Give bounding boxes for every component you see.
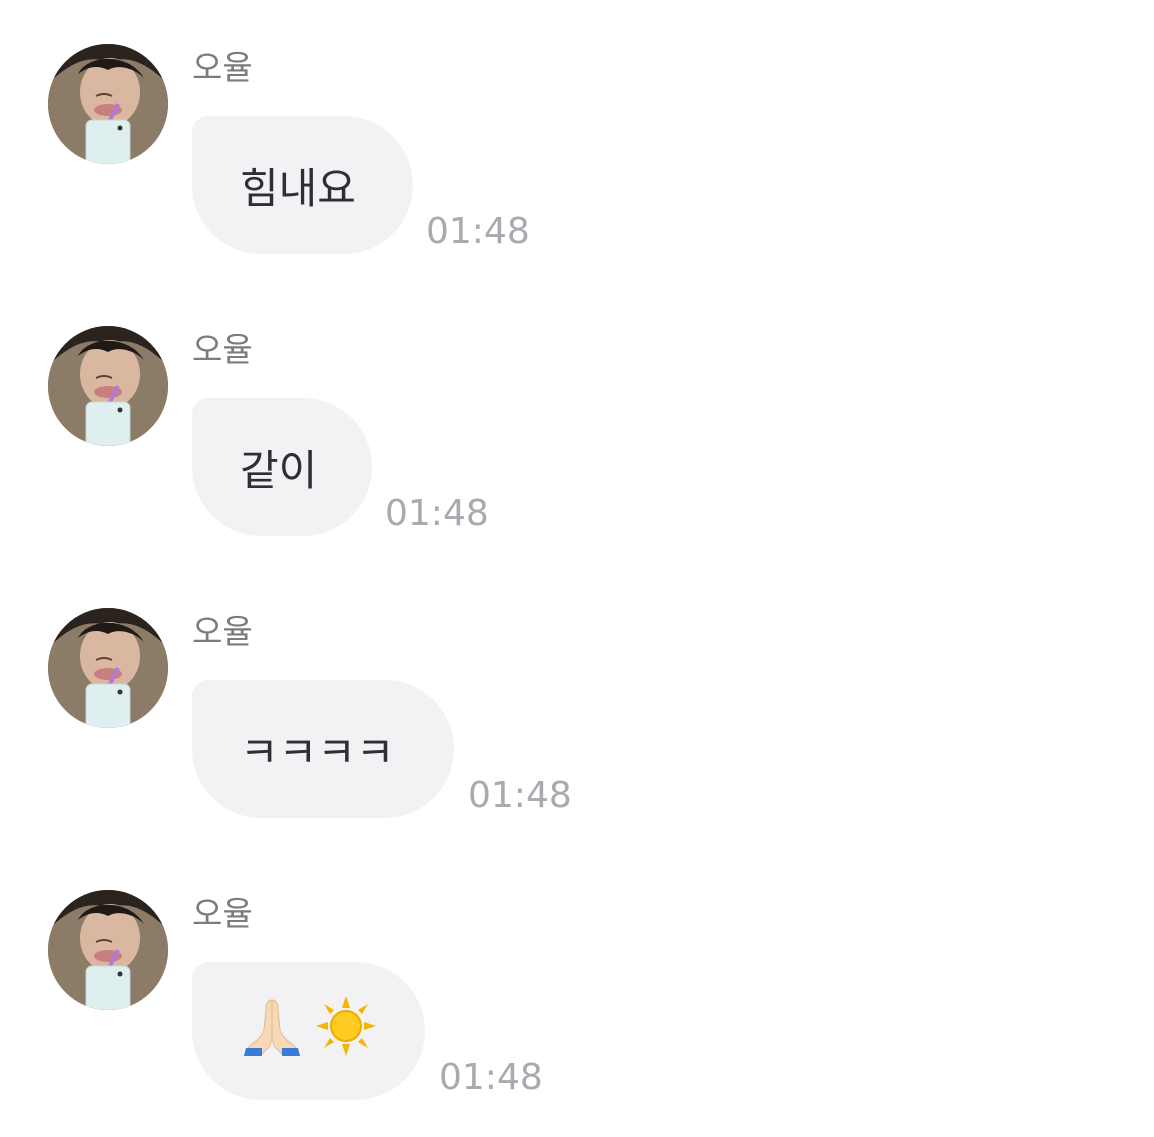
message-bubble[interactable]: ㅋㅋㅋㅋ [192, 680, 454, 818]
message-time: 01:48 [385, 493, 489, 534]
chat-message: 오율 힘내요 01:48 [0, 0, 1154, 254]
message-time: 01:48 [439, 1057, 543, 1098]
avatar[interactable] [48, 44, 168, 164]
sender-name: 오율 [192, 48, 253, 87]
emoji-row [240, 994, 378, 1068]
sun-icon [314, 994, 378, 1068]
avatar[interactable] [48, 608, 168, 728]
sender-name: 오율 [192, 894, 253, 933]
folded-hands-icon [240, 994, 304, 1068]
message-bubble[interactable]: 힘내요 [192, 116, 413, 254]
sender-name: 오율 [192, 330, 253, 369]
message-bubble[interactable] [192, 962, 425, 1100]
sender-name: 오율 [192, 612, 253, 651]
message-time: 01:48 [468, 775, 572, 816]
chat-message: 오율 같이 01:48 [0, 282, 1154, 536]
chat-message: 오율 ㅋㅋㅋㅋ 01:48 [0, 564, 1154, 818]
avatar[interactable] [48, 890, 168, 1010]
avatar[interactable] [48, 326, 168, 446]
message-bubble[interactable]: 같이 [192, 398, 372, 536]
chat-message: 오율 01:48 [0, 846, 1154, 1100]
message-time: 01:48 [426, 211, 530, 252]
